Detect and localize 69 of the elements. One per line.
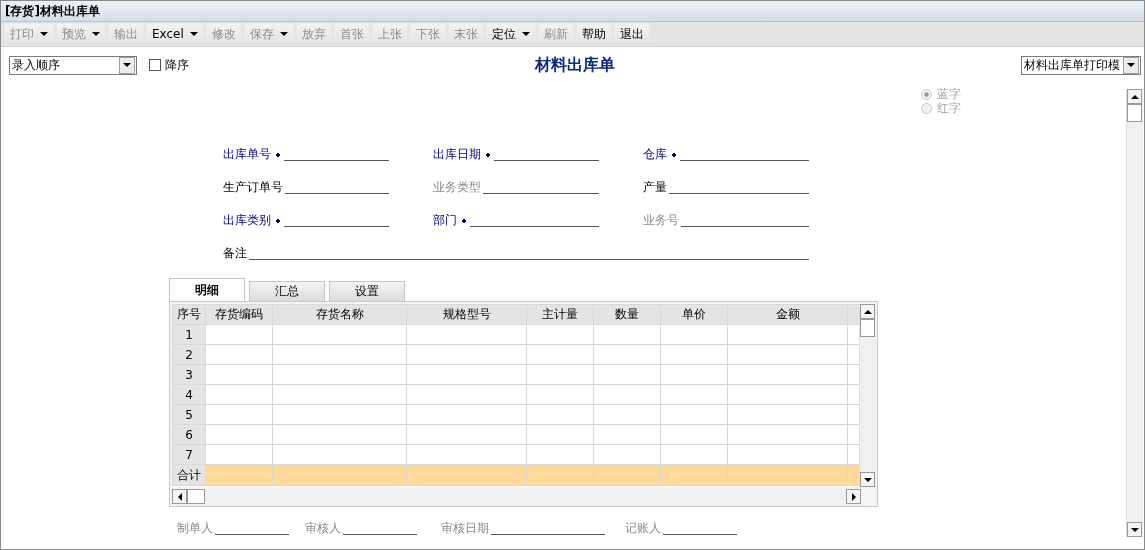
tab[interactable]: 设置 xyxy=(329,281,405,301)
tab[interactable]: 汇总 xyxy=(249,281,325,301)
field-label: 仓库 xyxy=(643,146,668,163)
scroll-thumb[interactable] xyxy=(860,319,875,337)
scroll-right-button[interactable] xyxy=(846,489,861,504)
toolbar-button[interactable]: 定位 xyxy=(485,22,536,46)
row-number: 2 xyxy=(172,344,206,365)
scrollbar[interactable] xyxy=(172,489,861,505)
up-arrow-icon xyxy=(863,309,872,314)
scroll-up-button[interactable] xyxy=(1127,89,1142,104)
down-arrow-icon xyxy=(863,477,872,482)
scroll-thumb[interactable] xyxy=(187,489,205,504)
row-number: 3 xyxy=(172,364,206,385)
row-number: 6 xyxy=(172,424,206,445)
column-header: 规格型号 xyxy=(406,304,527,325)
row-number: 1 xyxy=(172,324,206,345)
field-label: 部门 xyxy=(433,212,458,229)
scrollbar[interactable] xyxy=(859,304,876,487)
down-arrow-icon xyxy=(1130,527,1139,532)
field-label: 记账人 xyxy=(625,520,662,537)
window-title: [存货]材料出库单 xyxy=(5,2,100,20)
field-label: 出库单号 xyxy=(223,146,272,163)
column-header: 金额 xyxy=(727,304,848,325)
form-title: 材料出库单 xyxy=(535,54,615,76)
field-label: 出库日期 xyxy=(433,146,482,163)
field-label: 业务号 xyxy=(643,212,680,229)
left-arrow-icon xyxy=(177,492,182,501)
field-label: 出库类别 xyxy=(223,212,272,229)
right-arrow-icon xyxy=(851,492,856,501)
column-header: 存货名称 xyxy=(272,304,407,325)
row-number: 4 xyxy=(172,384,206,405)
toolbar-button[interactable]: 退出 xyxy=(613,22,650,46)
template-dropdown[interactable]: 材料出库单打印模 xyxy=(1021,55,1141,75)
radio-button[interactable] xyxy=(921,88,932,100)
tab[interactable]: 明细 xyxy=(169,278,245,301)
checkbox[interactable] xyxy=(149,59,161,71)
toolbar-button[interactable]: 帮助 xyxy=(575,22,612,46)
column-header: 存货编码 xyxy=(205,304,273,325)
scrollbar[interactable] xyxy=(1126,89,1143,537)
caret-icon xyxy=(1127,63,1135,67)
toolbar-button[interactable]: Excel xyxy=(146,22,204,46)
total-label: 合计 xyxy=(172,464,206,486)
scroll-down-button[interactable] xyxy=(860,472,875,487)
checkbox-label: 降序 xyxy=(165,56,189,74)
caret-icon xyxy=(123,63,131,67)
field-label: 业务类型 xyxy=(433,179,482,196)
field-label: 审核人 xyxy=(305,520,342,537)
row-number: 7 xyxy=(172,444,206,465)
field-label: 产量 xyxy=(643,179,668,196)
scroll-thumb[interactable] xyxy=(1127,104,1142,122)
sort-dropdown[interactable]: 录入顺序 xyxy=(9,55,137,75)
radio-label: 红字 xyxy=(937,100,961,117)
radio-button[interactable] xyxy=(921,102,932,114)
row-number: 5 xyxy=(172,404,206,425)
scroll-down-button[interactable] xyxy=(1127,522,1142,537)
column-header: 单价 xyxy=(660,304,728,325)
column-header: 序号 xyxy=(172,304,206,325)
dropdown-button[interactable] xyxy=(1123,56,1139,74)
scroll-up-button[interactable] xyxy=(860,304,875,319)
up-arrow-icon xyxy=(1130,94,1139,99)
dropdown-button[interactable] xyxy=(119,56,135,74)
scroll-left-button[interactable] xyxy=(172,489,187,504)
column-header: 主计量 xyxy=(526,304,594,325)
field-label: 备注 xyxy=(223,245,248,262)
field-label: 生产订单号 xyxy=(223,179,284,196)
radio-label: 蓝字 xyxy=(937,85,961,102)
field-label: 审核日期 xyxy=(441,520,490,537)
column-header: 数量 xyxy=(593,304,661,325)
field-label: 制单人 xyxy=(177,520,214,537)
